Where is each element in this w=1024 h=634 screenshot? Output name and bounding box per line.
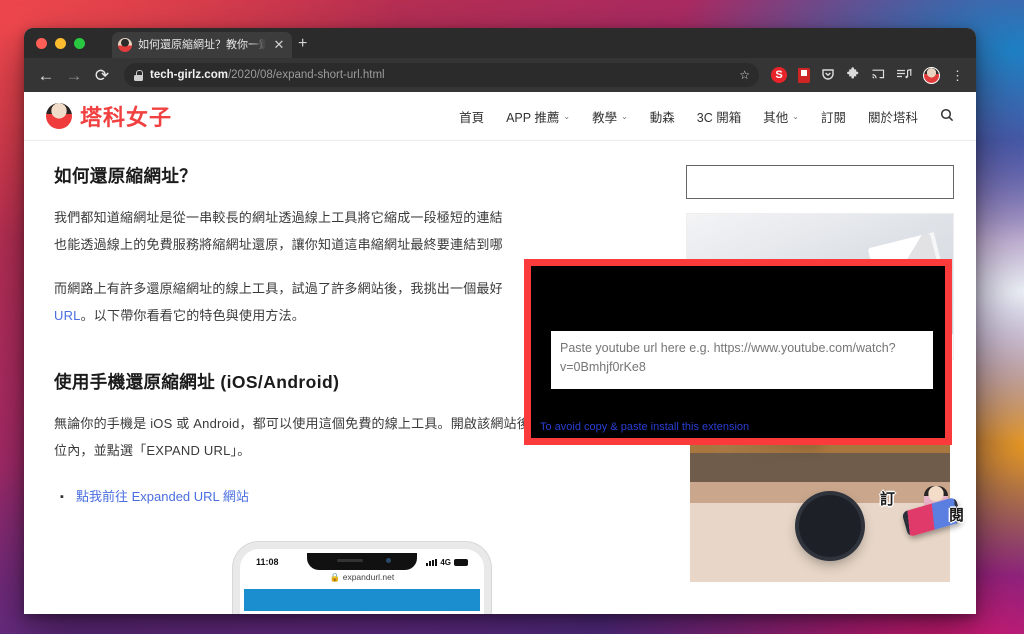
site-header: 塔科女子 首頁 APP 推薦 ⌄ 教學 ⌄ 動森 3C 開箱 其他 ⌄ 訂閱 關於塔科 <box>24 92 976 140</box>
phone-address-bar: 🔒 expandurl.net <box>329 572 395 582</box>
browser-tab-strip: 如何還原縮網址？教你一鍵將縮網 ✕ + <box>24 28 976 58</box>
search-icon[interactable] <box>940 108 954 125</box>
close-icon[interactable]: ✕ <box>272 37 286 53</box>
battery-icon <box>454 558 468 566</box>
nav-item-subscribe[interactable]: 訂閱 <box>821 107 846 126</box>
phone-clock: 11:08 <box>256 557 279 567</box>
paragraph-line: 。以下帶你看看它的特色與使用方法。 <box>80 308 306 323</box>
extensions-puzzle-icon[interactable] <box>846 67 860 83</box>
install-extension-link[interactable]: To avoid copy & paste install this exten… <box>540 421 749 433</box>
simple-login-icon[interactable]: S <box>771 67 787 83</box>
paragraph-line: 也能透過線上的免費服務將縮網址還原，讓你知道這串縮網址最終要連結到哪 <box>54 237 503 252</box>
site-navigation: 首頁 APP 推薦 ⌄ 教學 ⌄ 動森 3C 開箱 其他 ⌄ 訂閱 關於塔科 <box>459 107 954 126</box>
close-window-button[interactable] <box>36 38 47 49</box>
back-button[interactable]: ← <box>34 67 58 84</box>
url-domain: tech-girlz.com <box>150 69 228 81</box>
nav-label: 教學 <box>592 110 618 125</box>
nav-item-3c[interactable]: 3C 開箱 <box>697 107 741 126</box>
phone-mockup-image: 11:08 4G 🔒 expandurl.net 🏠 Home <box>233 542 491 614</box>
logo-avatar-icon <box>46 103 72 129</box>
paragraph-line: 我們都知道縮網址是從一串較長的網址透過線上工具將它縮成一段極短的連結 <box>54 210 503 225</box>
nav-item-home[interactable]: 首頁 <box>459 107 484 126</box>
link-list: 點我前往 Expanded URL 網站 <box>60 486 670 508</box>
sticker-text-1: 訂 <box>880 491 896 508</box>
nav-item-animalcrossing[interactable]: 動森 <box>650 107 675 126</box>
page-title: 如何還原縮網址？ <box>54 166 198 186</box>
youtube-url-input[interactable] <box>551 331 933 389</box>
window-traffic-lights <box>36 38 85 49</box>
maximize-window-button[interactable] <box>74 38 85 49</box>
logo-text: 塔科女子 <box>80 105 173 130</box>
nav-item-tutorial[interactable]: 教學 ⌄ <box>592 107 628 126</box>
tab-title: 如何還原縮網址？教你一鍵將縮網 <box>138 39 266 51</box>
sidebar-search-input[interactable] <box>686 165 954 199</box>
nav-item-app[interactable]: APP 推薦 ⌄ <box>506 107 570 126</box>
forward-button[interactable]: → <box>62 67 86 84</box>
network-label: 4G <box>440 557 451 567</box>
nav-label: 首頁 <box>459 110 485 125</box>
nav-label: 3C 開箱 <box>696 110 742 125</box>
nav-label: 訂閱 <box>820 110 846 125</box>
address-bar[interactable]: tech-girlz.com/2020/08/expand-short-url.… <box>124 63 759 87</box>
site-logo[interactable]: 塔科女子 <box>46 100 172 132</box>
lock-icon <box>134 69 143 81</box>
playlist-icon[interactable] <box>896 67 912 83</box>
new-tab-button[interactable]: + <box>298 36 307 52</box>
phone-screen: 11:08 4G 🔒 expandurl.net 🏠 Home <box>244 553 480 614</box>
web-page: 塔科女子 首頁 APP 推薦 ⌄ 教學 ⌄ 動森 3C 開箱 其他 ⌄ 訂閱 關於塔科… <box>24 92 976 614</box>
nav-label: 動森 <box>649 110 675 125</box>
goto-expanded-url-link[interactable]: 點我前往 Expanded URL 網站 <box>76 489 249 504</box>
cast-icon[interactable] <box>871 67 885 83</box>
expanded-url-inline-link[interactable]: URL <box>54 308 81 323</box>
browser-tab[interactable]: 如何還原縮網址？教你一鍵將縮網 ✕ <box>112 32 292 58</box>
toolbar-icon-group: S ⋮ <box>771 66 966 84</box>
site-favicon <box>118 38 132 52</box>
subscribe-sticker[interactable]: 訂 閱 <box>880 486 964 548</box>
paragraph-line: 位內，並點選「EXPAND URL」。 <box>54 443 251 458</box>
reload-button[interactable]: ⟳ <box>90 67 114 84</box>
bookmark-star-icon[interactable]: ☆ <box>739 68 750 82</box>
url-path: /2020/08/expand-short-url.html <box>227 69 385 81</box>
nav-item-about[interactable]: 關於塔科 <box>868 107 918 126</box>
phone-status-right: 4G <box>426 558 468 567</box>
chevron-down-icon: ⌄ <box>792 111 799 121</box>
address-bar-url: tech-girlz.com/2020/08/expand-short-url.… <box>150 69 385 81</box>
signal-bars-icon <box>426 558 438 566</box>
chrome-menu-icon[interactable]: ⋮ <box>951 69 964 82</box>
nav-label: 關於塔科 <box>867 110 918 125</box>
nav-item-other[interactable]: 其他 ⌄ <box>763 107 799 126</box>
list-item: 點我前往 Expanded URL 網站 <box>60 486 670 508</box>
browser-toolbar: ← → ⟳ tech-girlz.com/2020/08/expand-shor… <box>24 58 976 92</box>
sticker-text-2: 閱 <box>948 507 964 524</box>
youtube-url-overlay-popup: To avoid copy & paste install this exten… <box>524 259 952 445</box>
paragraph-intro: 我們都知道縮網址是從一串較長的網址透過線上工具將它縮成一段極短的連結 也能透過線… <box>54 204 670 258</box>
nav-label: APP 推薦 <box>506 110 560 125</box>
phone-site-banner <box>244 589 480 611</box>
minimize-window-button[interactable] <box>55 38 66 49</box>
phone-notch <box>307 553 417 570</box>
browser-window: 如何還原縮網址？教你一鍵將縮網 ✕ + ← → ⟳ tech-girlz.com… <box>24 28 976 614</box>
nav-label: 其他 <box>763 110 789 125</box>
chevron-down-icon: ⌄ <box>563 111 571 121</box>
paragraph-line: 而網路上有許多還原縮網址的線上工具，試過了許多網站後，我挑出一個最好 <box>54 281 503 296</box>
pocket-icon[interactable] <box>821 67 835 83</box>
chevron-down-icon: ⌄ <box>621 111 628 121</box>
breadcrumb: 🏠 Home ❯ Expanded URL <box>244 611 480 614</box>
phone-url-text: expandurl.net <box>342 572 395 582</box>
profile-avatar[interactable] <box>923 66 940 84</box>
dictionary-icon[interactable] <box>798 67 810 83</box>
